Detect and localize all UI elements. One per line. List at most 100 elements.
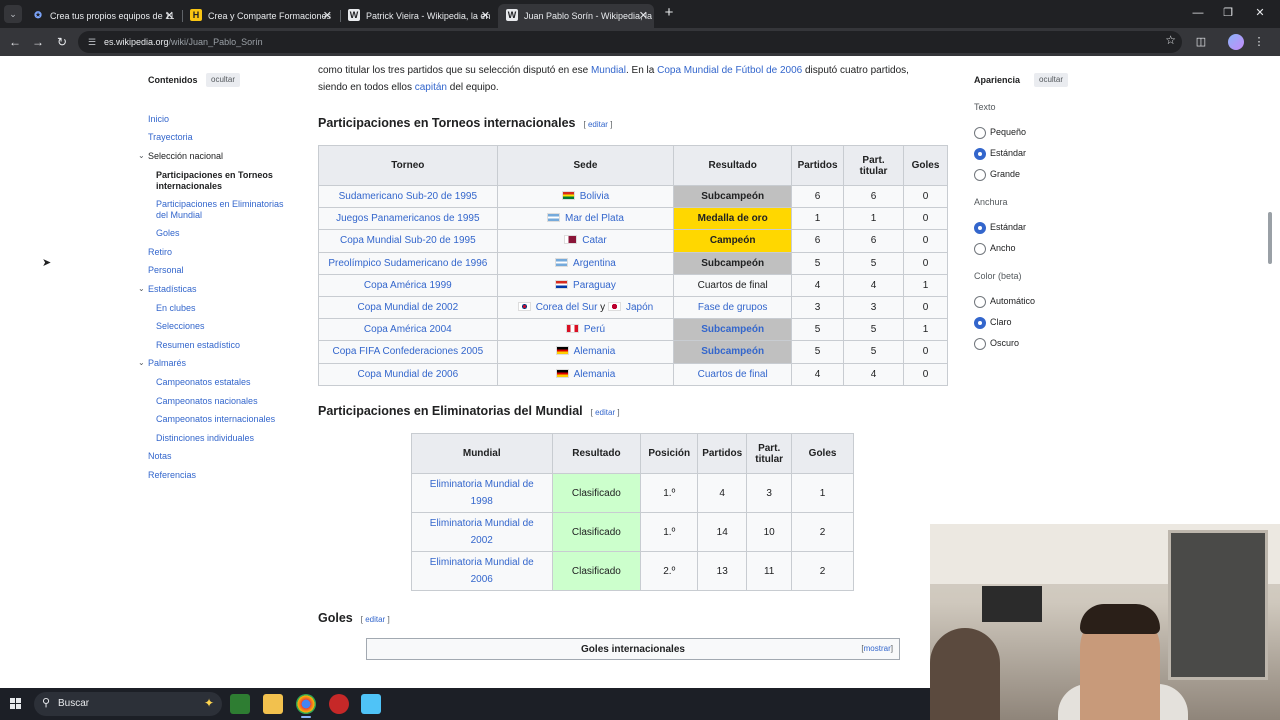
appearance-hide-button[interactable]: ocultar (1034, 73, 1069, 87)
col-header: Part. titular (843, 145, 904, 186)
chevron-down-icon[interactable]: ⌄ (138, 284, 145, 293)
toc-item-campeonatos-nacionales[interactable]: Campeonatos nacionales (156, 396, 292, 407)
cell-torneo[interactable]: Copa FIFA Confederaciones 2005 (318, 340, 498, 364)
toc-item-personal[interactable]: Personal (148, 265, 184, 276)
toc-hide-button[interactable]: ocultar (206, 73, 241, 87)
sede-link[interactable]: Paraguay (573, 280, 616, 291)
cell-titular: 6 (843, 229, 904, 253)
toc-item-notas[interactable]: Notas (148, 451, 172, 462)
peru-flag-icon (565, 324, 579, 334)
cell-torneo[interactable]: Copa Mundial Sub-20 de 1995 (318, 229, 498, 253)
tab-4-active[interactable]: W Juan Pablo Sorín - Wikipedia, la ✕ (498, 4, 654, 28)
chevron-down-icon[interactable]: ⌄ (138, 358, 145, 367)
toc-item-trayectoria[interactable]: Trayectoria (148, 132, 193, 143)
url-input[interactable]: ☰ es.wikipedia.org/wiki/Juan_Pablo_Sorín… (78, 31, 1182, 53)
toc-item-campeonatos-internacionales[interactable]: Campeonatos internacionales (156, 414, 292, 425)
close-tab-icon[interactable]: ✕ (481, 4, 490, 28)
profile-avatar[interactable] (1228, 34, 1244, 50)
cell-mundial[interactable]: Eliminatoria Mundial de 1998 (411, 473, 553, 513)
recorder-icon[interactable] (329, 694, 349, 714)
link-mundial[interactable]: Mundial (591, 65, 626, 76)
radio-color-light[interactable]: Claro (974, 316, 1114, 330)
radio-color-auto[interactable]: Automático (974, 295, 1114, 309)
toc-item-resumen-estadistico[interactable]: Resumen estadístico (156, 340, 292, 351)
sede-link[interactable]: Corea del Sur (536, 302, 598, 313)
back-icon[interactable]: ← (6, 33, 24, 51)
radio-text-large[interactable]: Grande (974, 168, 1114, 182)
toc-item-distinciones-individuales[interactable]: Distinciones individuales (156, 433, 292, 444)
edit-link[interactable]: editar (365, 615, 385, 624)
radio-color-dark[interactable]: Oscuro (974, 337, 1114, 351)
new-tab-icon[interactable]: + (660, 4, 678, 22)
radio-text-standard[interactable]: Estándar (974, 147, 1114, 161)
edit-link[interactable]: editar (595, 408, 615, 417)
cell-resultado[interactable]: Cuartos de final (673, 362, 793, 386)
cell-resultado[interactable]: Subcampeón (673, 318, 793, 342)
tab-1[interactable]: ✪ Crea tus propios equipos de 11 ✕ (24, 4, 180, 28)
toc-item-seleccion-nacional[interactable]: Selección nacional (148, 151, 223, 162)
cell-titular: 3 (746, 473, 793, 513)
cell-torneo[interactable]: Copa América 1999 (318, 273, 498, 297)
close-window-icon[interactable]: ✕ (1248, 4, 1272, 22)
toc-item-en-clubes[interactable]: En clubes (156, 303, 292, 314)
toc-item-retiro[interactable]: Retiro (148, 247, 172, 258)
tab-2[interactable]: H Crea y Comparte Formaciones ✕ (182, 4, 338, 28)
toc-item-goles[interactable]: Goles (156, 228, 292, 239)
restore-icon[interactable]: ❐ (1216, 4, 1240, 22)
sede-link[interactable]: Alemania (574, 346, 616, 357)
radio-text-small[interactable]: Pequeño (974, 126, 1114, 140)
cell-torneo[interactable]: Preolímpico Sudamericano de 1996 (318, 251, 498, 275)
toc-item-campeonatos-estatales[interactable]: Campeonatos estatales (156, 377, 292, 388)
radio-width-standard[interactable]: Estándar (974, 221, 1114, 235)
toc-item-selecciones[interactable]: Selecciones (156, 321, 292, 332)
show-link[interactable]: mostrar (864, 644, 891, 653)
close-tab-icon[interactable]: ✕ (165, 4, 174, 28)
toc-item-estadisticas[interactable]: Estadísticas (148, 284, 197, 295)
chrome-icon[interactable] (296, 694, 316, 714)
toc-item-referencias[interactable]: Referencias (148, 470, 196, 481)
toc-item-torneos-internacionales[interactable]: Participaciones en Torneos internacional… (156, 170, 292, 192)
file-explorer-icon[interactable] (263, 694, 283, 714)
edit-link[interactable]: editar (588, 120, 608, 129)
app-icon[interactable] (361, 694, 381, 714)
sede-link[interactable]: Argentina (573, 258, 616, 269)
link-copa-mundial-2006[interactable]: Copa Mundial de Fútbol de 2006 (657, 65, 802, 76)
minimize-icon[interactable]: — (1186, 4, 1210, 22)
forward-icon[interactable]: → (29, 33, 47, 51)
cell-torneo[interactable]: Sudamericano Sub-20 de 1995 (318, 184, 498, 209)
sede-link[interactable]: Japón (626, 302, 653, 313)
close-tab-icon[interactable]: ✕ (639, 4, 648, 28)
reload-icon[interactable]: ↻ (53, 33, 71, 51)
cell-mundial[interactable]: Eliminatoria Mundial de 2002 (411, 512, 553, 552)
cell-torneo[interactable]: Copa Mundial de 2002 (318, 295, 498, 320)
bookmark-star-icon[interactable]: ☆ (1165, 33, 1176, 47)
taskbar-search[interactable]: ⚲ Buscar ✦ (34, 692, 222, 716)
cell-resultado[interactable]: Fase de grupos (673, 295, 793, 320)
menu-icon[interactable]: ⋮ (1250, 33, 1268, 51)
cell-torneo[interactable]: Copa Mundial de 2006 (318, 362, 498, 386)
cell-mundial[interactable]: Eliminatoria Mundial de 2006 (411, 551, 553, 591)
link-capitan[interactable]: capitán (415, 82, 447, 93)
close-tab-icon[interactable]: ✕ (323, 4, 332, 28)
radio-width-wide[interactable]: Ancho (974, 242, 1114, 256)
extensions-icon[interactable]: ◫ (1192, 33, 1210, 51)
chevron-down-icon[interactable]: ⌄ (138, 151, 145, 160)
windows-start-icon[interactable] (10, 698, 22, 710)
site-info-icon[interactable]: ☰ (86, 35, 98, 49)
minecraft-icon[interactable] (230, 694, 250, 714)
sede-link[interactable]: Alemania (574, 369, 616, 380)
cell-torneo[interactable]: Juegos Panamericanos de 1995 (318, 207, 498, 231)
sede-link[interactable]: Perú (584, 324, 605, 335)
toc-item-inicio[interactable]: Inicio (148, 114, 169, 125)
toc-item-palmares[interactable]: Palmarés (148, 358, 186, 369)
sede-link[interactable]: Mar del Plata (565, 213, 624, 224)
cell-resultado[interactable]: Subcampeón (673, 340, 793, 364)
sede-link[interactable]: Catar (582, 235, 606, 246)
tab-search-icon[interactable]: ⌄ (4, 5, 22, 23)
toc-item-eliminatorias[interactable]: Participaciones en Eliminatorias del Mun… (156, 199, 292, 221)
sede-link[interactable]: Bolivia (580, 191, 609, 202)
scrollbar-thumb[interactable] (1268, 212, 1272, 264)
cell-torneo[interactable]: Copa América 2004 (318, 318, 498, 342)
tab-3[interactable]: W Patrick Vieira - Wikipedia, la en ✕ (340, 4, 496, 28)
table-row: Sudamericano Sub-20 de 1995 Bolivia Subcam… (318, 184, 948, 209)
